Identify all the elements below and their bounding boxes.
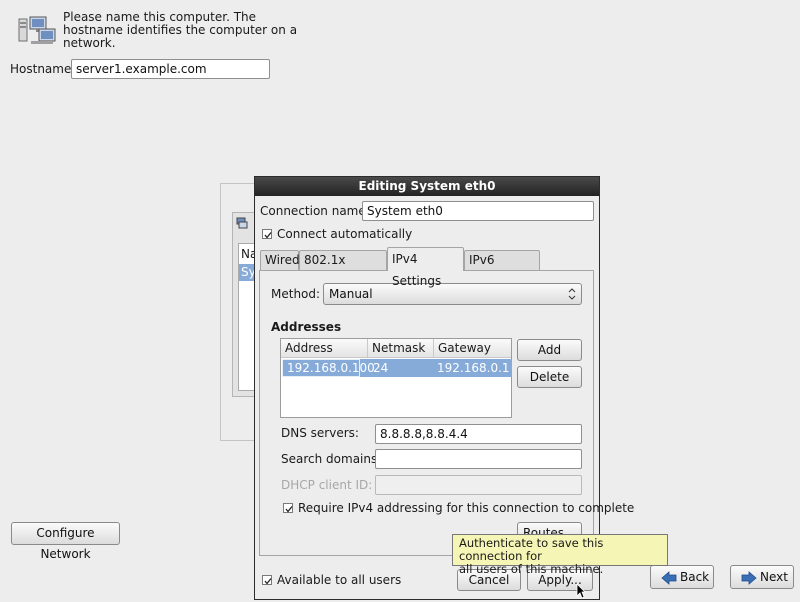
tab-ipv4-settings[interactable]: IPv4 Settings xyxy=(387,247,464,288)
column-header-address[interactable]: Address xyxy=(281,339,368,358)
network-connections-icon xyxy=(236,217,248,229)
method-select[interactable]: Manual xyxy=(323,283,582,305)
column-header-netmask[interactable]: Netmask xyxy=(368,339,434,358)
addresses-table[interactable]: Address Netmask Gateway 192.168.0.100 24… xyxy=(280,338,512,418)
tab-8021x-security[interactable]: 802.1x Security xyxy=(299,250,387,286)
require-ipv4-label: Require IPv4 addressing for this connect… xyxy=(298,501,635,515)
connection-name-label: Connection name: xyxy=(260,204,370,218)
dns-servers-label: DNS servers: xyxy=(281,426,359,440)
tab-ipv6-settings[interactable]: IPv6 Settings xyxy=(464,250,540,286)
header-description-line3: network. xyxy=(63,36,116,50)
connect-automatically-checkbox[interactable] xyxy=(262,229,272,239)
delete-address-button[interactable]: Delete xyxy=(517,366,582,388)
tooltip-line2: all users of this machine. xyxy=(459,562,604,576)
add-address-button[interactable]: Add xyxy=(517,339,582,361)
method-label: Method: xyxy=(271,287,321,301)
search-domains-input[interactable] xyxy=(375,449,582,469)
back-button-label: Back xyxy=(680,570,710,584)
authenticate-tooltip: Authenticate to save this connection for… xyxy=(452,534,668,576)
next-button-label: Next xyxy=(760,570,788,584)
available-to-all-users-checkbox[interactable] xyxy=(262,575,272,585)
addresses-heading: Addresses xyxy=(271,320,342,334)
search-domains-label: Search domains: xyxy=(281,452,382,466)
tab-wired[interactable]: Wired xyxy=(260,250,300,270)
table-row[interactable]: 192.168.0.100 24 192.168.0.1 xyxy=(282,359,512,377)
arrow-right-icon xyxy=(741,570,757,592)
dialog-title: Editing System eth0 xyxy=(255,177,599,196)
gateway-cell[interactable]: 192.168.0.1 xyxy=(433,359,510,377)
connect-automatically-label: Connect automatically xyxy=(277,227,413,241)
network-computers-icon xyxy=(17,15,57,45)
header-description-line1: Please name this computer. The xyxy=(63,10,257,24)
require-ipv4-checkbox[interactable] xyxy=(283,503,293,513)
netmask-cell[interactable]: 24 xyxy=(369,359,388,377)
tooltip-line1: Authenticate to save this connection for xyxy=(459,536,604,563)
dhcp-client-id-label: DHCP client ID: xyxy=(281,478,373,492)
dns-servers-input[interactable]: 8.8.8.8,8.8.4.4 xyxy=(375,424,582,444)
column-header-gateway[interactable]: Gateway xyxy=(434,339,511,358)
updown-arrows-icon xyxy=(567,284,577,310)
hostname-label: Hostname: xyxy=(10,62,76,76)
available-to-all-users-label: Available to all users xyxy=(277,573,402,587)
dhcp-client-id-input xyxy=(375,475,582,495)
header-description-line2: hostname identifies the computer on a xyxy=(63,23,298,37)
hostname-input[interactable]: server1.example.com xyxy=(71,59,270,79)
arrow-left-icon xyxy=(661,570,677,592)
connection-name-input[interactable]: System eth0 xyxy=(362,201,594,221)
address-cell[interactable]: 192.168.0.100 xyxy=(282,359,375,377)
method-select-value: Manual xyxy=(329,287,373,301)
next-button[interactable]: Next xyxy=(730,565,794,589)
configure-network-button[interactable]: Configure Network xyxy=(11,522,120,561)
mouse-pointer-icon xyxy=(576,583,586,602)
